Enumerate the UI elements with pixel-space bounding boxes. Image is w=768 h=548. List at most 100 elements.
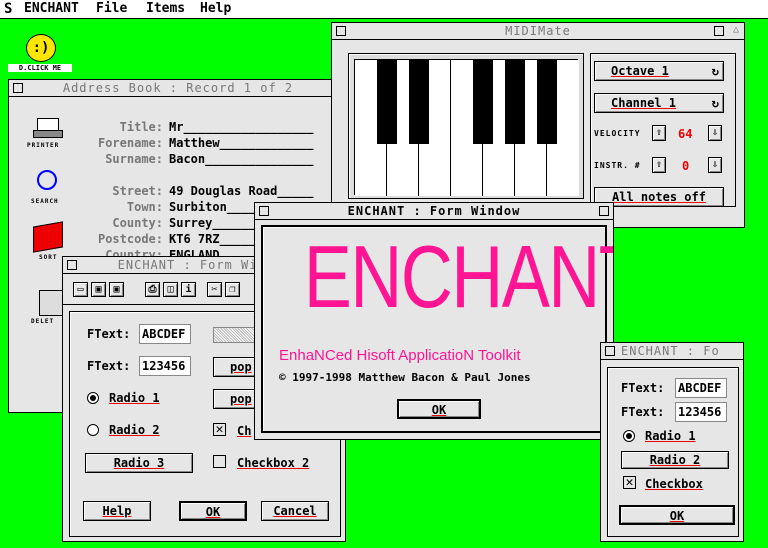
sort-book-icon[interactable] [33, 221, 63, 253]
ftext-field-1[interactable]: ABCDEF [139, 324, 191, 344]
radio-2-label[interactable]: Radio 2 [109, 423, 160, 437]
preview-icon[interactable]: ◫ [163, 282, 178, 297]
cancel-button[interactable]: Cancel [261, 501, 329, 521]
print-icon[interactable]: ⎙ [145, 282, 160, 297]
radio-2[interactable] [87, 424, 99, 436]
sort-label: SORT [39, 254, 58, 261]
radio-1-label[interactable]: Radio 1 [109, 391, 160, 405]
close-box-icon[interactable] [336, 26, 346, 36]
menu-app[interactable]: ENCHANT [24, 1, 79, 16]
channel-popup[interactable]: Channel 1 ↻ [594, 93, 724, 113]
iconify-triangle-icon[interactable]: △ [733, 25, 740, 35]
delete-bin-icon[interactable] [39, 290, 63, 316]
octave-popup[interactable]: Octave 1 ↻ [594, 61, 724, 81]
velocity-value: 64 [678, 127, 693, 141]
new-doc-icon[interactable]: ▭ [73, 282, 88, 297]
printer-label: PRINTER [27, 142, 60, 149]
radio-right-2-button[interactable]: Radio 2 [621, 451, 729, 469]
close-box-icon[interactable] [13, 83, 23, 93]
ok-button-left[interactable]: OK [179, 501, 247, 521]
velocity-label: VELOCITY [594, 129, 641, 138]
label-street: Street: [112, 184, 163, 198]
menu-items[interactable]: Items [146, 1, 185, 16]
about-copyright: © 1997-1998 Matthew Bacon & Paul Jones [279, 371, 531, 384]
close-box-icon[interactable] [67, 260, 77, 270]
delete-label: DELET [31, 318, 55, 325]
field-street[interactable]: 49 Douglas Road_____ [169, 184, 314, 198]
label-title: Title: [119, 120, 163, 134]
field-surname[interactable]: Bacon_______________ [169, 152, 314, 166]
copy-icon[interactable]: ❐ [225, 282, 240, 297]
close-box-icon[interactable] [605, 346, 615, 356]
checkbox-1[interactable]: ✕ [213, 423, 226, 436]
address-book-titlebar[interactable]: Address Book : Record 1 of 2 [9, 80, 347, 97]
ok-button-right[interactable]: OK [619, 505, 735, 525]
ftext-label-2: FText: [87, 359, 131, 373]
search-label: SEARCH [31, 198, 59, 205]
ftext-right-label-1: FText: [621, 381, 665, 395]
black-key[interactable] [505, 60, 525, 144]
about-ok-button[interactable]: OK [397, 399, 481, 419]
form-right-titlebar[interactable]: ENCHANT : Fo [601, 343, 743, 360]
black-key[interactable] [409, 60, 429, 144]
help-button[interactable]: Help [83, 501, 151, 521]
fuller-box-icon[interactable] [599, 206, 609, 216]
keyboard-panel [348, 53, 584, 199]
form-right-title: ENCHANT : Fo [621, 344, 720, 358]
menu-help[interactable]: Help [200, 1, 231, 16]
about-subtitle: EnhaNCed Hisoft ApplicatioN Toolkit [279, 347, 521, 364]
menu-file[interactable]: File [96, 1, 127, 16]
velocity-down-button[interactable]: ⇩ [708, 125, 722, 141]
piano-keyboard[interactable] [354, 59, 579, 196]
velocity-up-button[interactable]: ⇧ [652, 125, 666, 141]
midimate-titlebar[interactable]: MIDIMate △ [332, 23, 744, 40]
fuller-box-icon[interactable] [714, 26, 724, 36]
dclick-label: D.CLICK ME [8, 64, 72, 72]
instr-down-button[interactable]: ⇩ [708, 157, 722, 173]
about-title: ENCHANT : Form Window [347, 204, 521, 218]
label-forename: Forename: [97, 136, 163, 150]
instr-value: 0 [682, 159, 690, 173]
black-key[interactable] [377, 60, 397, 144]
search-icon[interactable] [37, 170, 57, 190]
ftext-right-label-2: FText: [621, 405, 665, 419]
save-as-icon[interactable]: ▣ [109, 282, 124, 297]
cycle-icon: ↻ [711, 96, 719, 110]
label-town: Town: [126, 200, 163, 214]
radio-1[interactable] [87, 392, 99, 404]
radio-right-1[interactable] [623, 430, 635, 442]
label-surname: Surname: [105, 152, 163, 166]
label-county: County: [112, 216, 163, 230]
cycle-icon: ↻ [711, 64, 719, 78]
close-box-icon[interactable] [259, 206, 269, 216]
dclick-desktop-icon[interactable]: :) D.CLICK ME [8, 34, 72, 74]
info-icon[interactable]: i [181, 282, 196, 297]
ftext-field-2[interactable]: 123456 [139, 356, 191, 376]
cut-icon[interactable]: ✂ [207, 282, 222, 297]
address-book-title: Address Book : Record 1 of 2 [62, 81, 294, 95]
label-postcode: Postcode: [97, 232, 163, 246]
radio-3-button[interactable]: Radio 3 [85, 453, 193, 473]
checkbox-right-label[interactable]: Checkbox [645, 477, 703, 491]
checkbox-right[interactable]: ✕ [623, 476, 636, 489]
ftext-label-1: FText: [87, 327, 131, 341]
field-title[interactable]: Mr__________________ [169, 120, 314, 134]
instr-label: INSTR. # [594, 161, 641, 170]
form-window-right: ENCHANT : Fo FText: ABCDEF FText: 123456… [600, 342, 744, 542]
instr-up-button[interactable]: ⇧ [652, 157, 666, 173]
checkbox-2[interactable] [213, 455, 226, 468]
black-key[interactable] [473, 60, 493, 144]
save-icon[interactable]: ▣ [91, 282, 106, 297]
field-forename[interactable]: Matthew_____________ [169, 136, 314, 150]
black-key[interactable] [537, 60, 557, 144]
smiley-icon: :) [26, 34, 56, 62]
checkbox-1-label[interactable]: Ch [237, 424, 251, 438]
midimate-window: MIDIMate △ Octave 1 ↻ Channel 1 ↻ VELOCI… [331, 22, 745, 228]
about-titlebar[interactable]: ENCHANT : Form Window [255, 203, 613, 220]
ftext-right-field-2[interactable]: 123456 [675, 402, 727, 422]
checkbox-2-label[interactable]: Checkbox 2 [237, 456, 309, 470]
radio-right-1-label[interactable]: Radio 1 [645, 429, 696, 443]
ftext-right-field-1[interactable]: ABCDEF [675, 378, 727, 398]
enchant-logo: ENCHANT [303, 227, 614, 326]
system-logo-icon[interactable]: S [4, 1, 12, 17]
